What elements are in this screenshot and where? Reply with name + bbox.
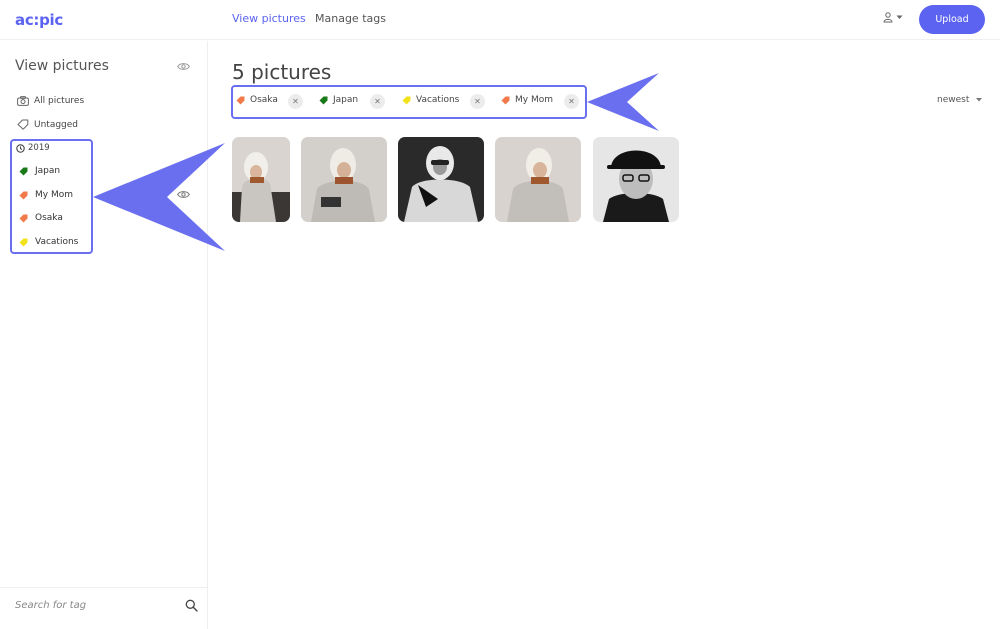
sidebar-item-untagged[interactable]: Untagged — [17, 119, 78, 130]
left-pointing-arrow-icon — [93, 143, 225, 251]
picture-thumbnail[interactable] — [495, 137, 581, 222]
chevron-down-icon — [976, 98, 983, 102]
sidebar-tags-highlight — [10, 139, 93, 254]
filter-chip-osaka: Osaka — [236, 95, 278, 105]
tag-search-input[interactable]: Search for tag — [15, 600, 86, 611]
sidebar-title: View pictures — [15, 58, 109, 74]
user-icon — [883, 12, 893, 23]
sort-dropdown[interactable]: newest — [937, 95, 983, 105]
filter-chip-my-mom: My Mom — [501, 95, 553, 105]
tag-icon — [501, 96, 510, 104]
photo-image — [301, 137, 387, 222]
nav-view-pictures[interactable]: View pictures — [232, 12, 306, 25]
picture-thumbnail[interactable] — [301, 137, 387, 222]
tag-icon — [319, 96, 328, 104]
user-menu[interactable] — [883, 12, 903, 23]
picture-thumbnail[interactable] — [398, 137, 484, 222]
sidebar-item-all-pictures[interactable]: All pictures — [17, 96, 84, 106]
filter-chip-label: My Mom — [515, 95, 553, 105]
filter-chip-label: Japan — [333, 95, 359, 105]
divider — [0, 587, 207, 588]
filter-chip-japan: Japan — [319, 95, 358, 105]
photo-image — [495, 137, 581, 222]
photo-image — [232, 137, 290, 222]
remove-filter-osaka-button[interactable]: ✕ — [288, 94, 303, 109]
remove-filter-vacations-button[interactable]: ✕ — [470, 94, 485, 109]
photo-image — [398, 137, 484, 222]
upload-button[interactable]: Upload — [919, 5, 985, 34]
top-bar: ac:pic View pictures Manage tags Upload — [0, 0, 1000, 40]
picture-thumbnail[interactable] — [593, 137, 679, 222]
filter-chip-label: Osaka — [250, 95, 278, 105]
filter-chip-label: Vacations — [416, 95, 460, 105]
page-title: 5 pictures — [232, 60, 332, 84]
app-logo[interactable]: ac:pic — [15, 11, 63, 29]
tag-icon — [17, 119, 29, 130]
remove-filter-japan-button[interactable]: ✕ — [370, 94, 385, 109]
eye-icon[interactable] — [177, 62, 190, 71]
camera-icon — [17, 96, 29, 106]
chevron-down-icon — [896, 15, 903, 19]
sort-label: newest — [937, 95, 970, 105]
sidebar-item-label: Untagged — [34, 119, 79, 130]
nav-manage-tags[interactable]: Manage tags — [315, 12, 386, 25]
tag-icon — [236, 96, 245, 104]
sidebar: View pictures All pictures Untagged 2019… — [0, 41, 208, 629]
remove-filter-my-mom-button[interactable]: ✕ — [564, 94, 579, 109]
filter-chip-vacations: Vacations — [402, 95, 459, 105]
photo-image — [593, 137, 679, 222]
tag-icon — [402, 96, 411, 104]
picture-thumbnail[interactable] — [232, 137, 290, 222]
left-pointing-arrow-icon — [587, 73, 659, 131]
sidebar-item-label: All pictures — [34, 96, 85, 106]
search-icon[interactable] — [185, 599, 198, 612]
